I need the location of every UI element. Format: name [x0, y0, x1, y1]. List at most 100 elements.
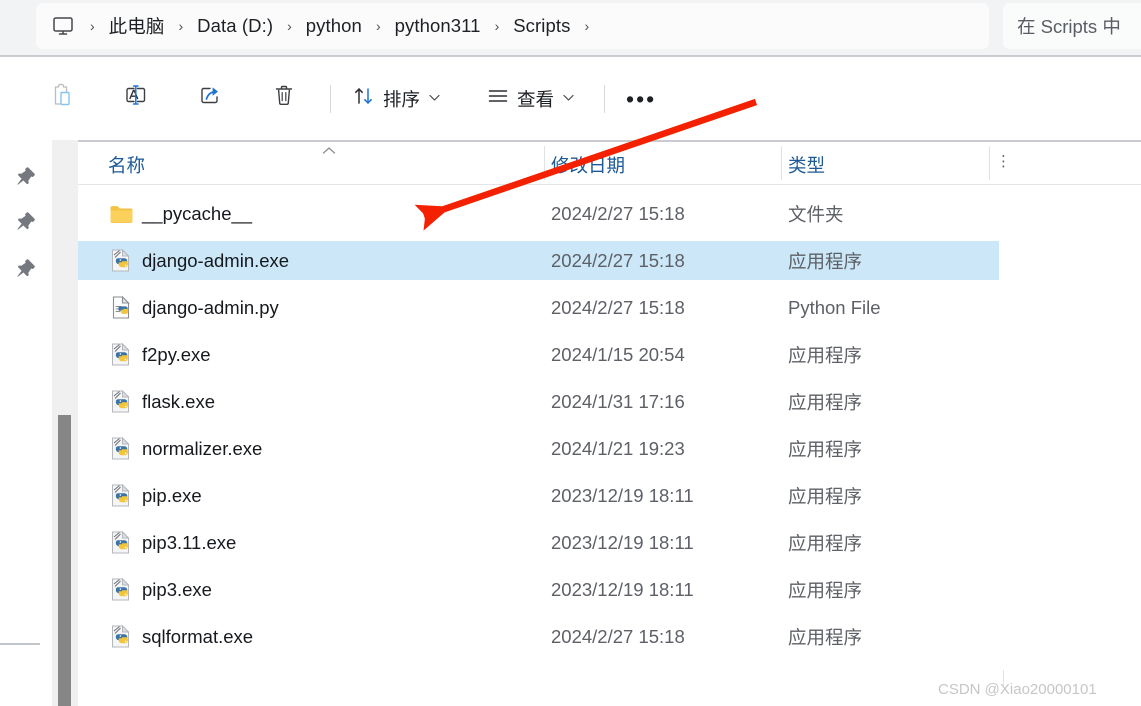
file-name: flask.exe	[142, 390, 216, 412]
column-header-type[interactable]: 类型	[788, 152, 825, 178]
navigation-pane	[0, 140, 52, 706]
search-box[interactable]: 在 Scripts 中	[1003, 3, 1141, 49]
file-list-area: 名称 修改日期 类型 ⋮ __pycache__ 2024/2/27 15:18 文…	[78, 140, 1141, 706]
python-exe-icon	[108, 530, 134, 556]
file-date-modified: 2024/2/27 15:18	[551, 249, 685, 271]
column-divider[interactable]	[544, 146, 545, 180]
search-input[interactable]: 在 Scripts 中	[1017, 13, 1121, 39]
table-row[interactable]: django-admin.exe 2024/2/27 15:18 应用程序	[78, 241, 999, 280]
file-type: 应用程序	[788, 344, 863, 366]
nav-pane-divider	[0, 643, 40, 645]
file-name: normalizer.exe	[142, 437, 263, 459]
pin-icon[interactable]	[14, 210, 38, 234]
table-row[interactable]: flask.exe 2024/1/31 17:16 应用程序	[78, 382, 999, 421]
pin-icon[interactable]	[14, 257, 38, 281]
file-type: 应用程序	[788, 391, 863, 413]
file-date-modified: 2024/1/21 19:23	[551, 437, 685, 459]
table-row[interactable]: sqlformat.exe 2024/2/27 15:18 应用程序	[78, 617, 999, 656]
csdn-watermark: CSDN @Xiao20000101	[938, 681, 1097, 698]
vertical-scrollbar-thumb[interactable]	[58, 415, 71, 706]
file-type: 应用程序	[788, 626, 863, 648]
ellipsis-icon: •••	[626, 85, 657, 112]
file-name: sqlformat.exe	[142, 625, 254, 647]
file-explorer-window: › 此电脑 › Data (D:) › python › python311 ›…	[0, 0, 1141, 706]
table-row[interactable]: pip3.exe 2023/12/19 18:11 应用程序	[78, 570, 999, 609]
chevron-down-icon	[563, 93, 574, 105]
file-name: f2py.exe	[142, 343, 211, 365]
table-row[interactable]: django-admin.py 2024/2/27 15:18 Python Fil…	[78, 288, 999, 327]
column-header-row: 名称 修改日期 类型 ⋮	[78, 140, 1141, 186]
file-date-modified: 2024/1/15 20:54	[551, 343, 685, 365]
table-row[interactable]: pip3.11.exe 2023/12/19 18:11 应用程序	[78, 523, 999, 562]
header-bottom-divider	[78, 184, 1141, 185]
column-header-date-modified[interactable]: 修改日期	[551, 152, 625, 178]
view-list-icon	[486, 84, 510, 113]
python-exe-icon	[108, 342, 134, 368]
rename-button[interactable]	[114, 78, 158, 120]
file-date-modified: 2024/2/27 15:18	[551, 202, 685, 224]
file-name: pip3.exe	[142, 578, 212, 600]
file-date-modified: 2024/2/27 15:18	[551, 296, 685, 318]
view-button-label: 查看	[517, 88, 555, 110]
file-type: 应用程序	[788, 485, 863, 507]
python-file-icon	[108, 295, 134, 321]
breadcrumb-separator[interactable]: ›	[279, 18, 300, 34]
python-exe-icon	[108, 436, 134, 462]
file-date-modified: 2024/2/27 15:18	[551, 625, 685, 647]
python-exe-icon	[108, 389, 134, 415]
breadcrumb-item-data-d[interactable]: Data (D:)	[191, 13, 279, 39]
monitor-icon[interactable]	[50, 14, 76, 38]
table-row[interactable]: f2py.exe 2024/1/15 20:54 应用程序	[78, 335, 999, 374]
breadcrumb-separator[interactable]: ›	[170, 18, 191, 34]
share-button[interactable]	[188, 78, 232, 120]
file-date-modified: 2024/1/31 17:16	[551, 390, 685, 412]
breadcrumb-separator[interactable]: ›	[576, 18, 597, 34]
file-type: 应用程序	[788, 438, 863, 460]
breadcrumb-item-this-pc[interactable]: 此电脑	[103, 11, 171, 41]
file-type: 应用程序	[788, 532, 863, 554]
sort-ascending-icon	[322, 143, 336, 158]
table-row[interactable]: pip.exe 2023/12/19 18:11 应用程序	[78, 476, 999, 515]
breadcrumb-separator[interactable]: ›	[487, 18, 508, 34]
breadcrumb-item-python[interactable]: python	[300, 13, 368, 39]
table-row[interactable]: __pycache__ 2024/2/27 15:18 文件夹	[78, 194, 999, 233]
column-header-name[interactable]: 名称	[108, 152, 145, 178]
file-name: pip3.11.exe	[142, 531, 237, 553]
file-date-modified: 2023/12/19 18:11	[551, 531, 694, 553]
file-type: 应用程序	[788, 250, 863, 272]
sort-icon	[352, 84, 376, 113]
python-exe-icon	[108, 624, 134, 650]
breadcrumb-separator[interactable]: ›	[82, 18, 103, 34]
file-date-modified: 2023/12/19 18:11	[551, 578, 694, 600]
file-name: django-admin.py	[142, 296, 279, 318]
paste-button[interactable]	[40, 78, 84, 120]
delete-button[interactable]	[262, 78, 306, 120]
table-row[interactable]: normalizer.exe 2024/1/21 19:23 应用程序	[78, 429, 999, 468]
clipboard-paste-icon	[50, 83, 74, 114]
file-type: Python File	[788, 296, 881, 318]
view-button[interactable]: 查看	[478, 78, 582, 120]
column-header-overflow[interactable]: ⋮	[996, 152, 1011, 170]
column-divider[interactable]	[989, 146, 990, 180]
python-exe-icon	[108, 577, 134, 603]
python-exe-icon	[108, 483, 134, 509]
breadcrumb-item-python311[interactable]: python311	[389, 13, 487, 39]
header-top-divider	[78, 140, 1141, 142]
chevron-down-icon	[429, 93, 440, 105]
address-bar[interactable]: › 此电脑 › Data (D:) › python › python311 ›…	[36, 3, 989, 49]
column-divider[interactable]	[781, 146, 782, 180]
python-exe-icon	[108, 248, 134, 274]
breadcrumb-separator[interactable]: ›	[368, 18, 389, 34]
sort-button[interactable]: 排序	[344, 78, 448, 120]
file-date-modified: 2023/12/19 18:11	[551, 484, 694, 506]
toolbar-divider	[604, 84, 606, 113]
toolbar-divider	[330, 84, 331, 113]
file-type: 文件夹	[788, 203, 844, 225]
file-name: pip.exe	[142, 484, 202, 506]
share-icon	[197, 83, 224, 114]
pin-icon[interactable]	[14, 165, 38, 189]
command-toolbar: 排序 查看 •••	[0, 57, 1141, 140]
sort-button-label: 排序	[383, 88, 421, 110]
more-options-button[interactable]: •••	[618, 78, 664, 120]
breadcrumb-item-scripts[interactable]: Scripts	[507, 13, 576, 39]
